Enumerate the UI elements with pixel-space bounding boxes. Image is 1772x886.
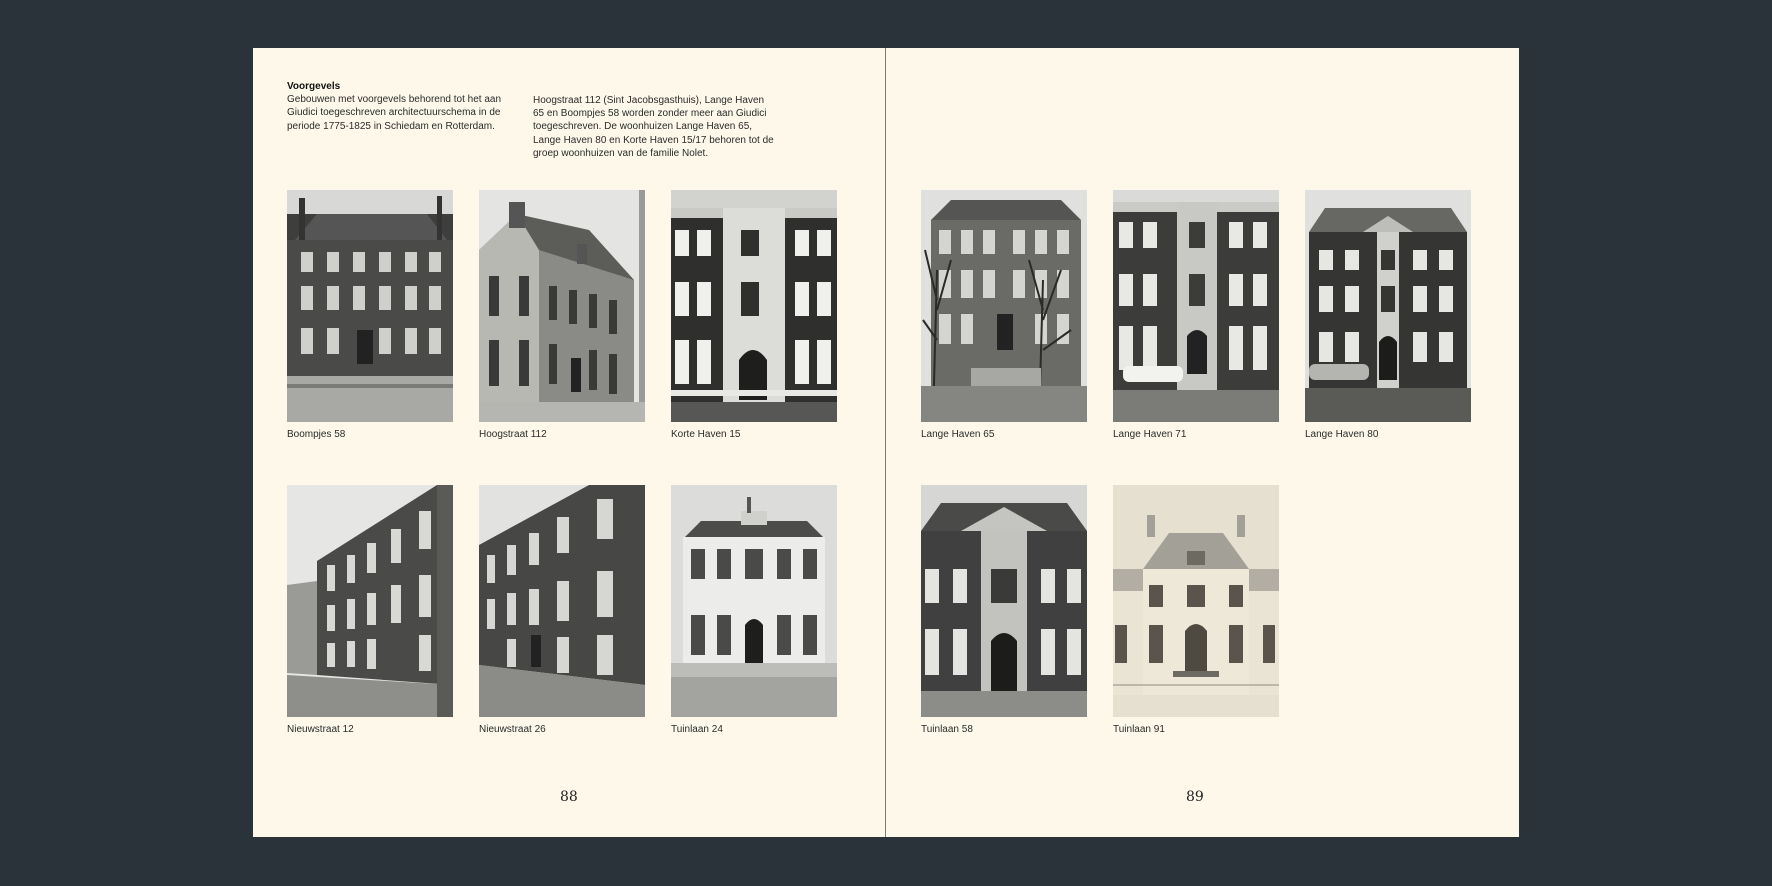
- building-photo: [671, 485, 837, 717]
- photo-caption: Boompjes 58: [287, 429, 346, 440]
- building-photo: [287, 190, 453, 422]
- page-number: 88: [560, 789, 578, 805]
- photo-caption: Tuinlaan 91: [1113, 724, 1165, 735]
- figure-hoogstraat-112: Hoogstraat 112: [479, 190, 645, 441]
- building-photo: [671, 190, 837, 422]
- building-photo: [287, 485, 453, 717]
- page-number: 89: [1186, 789, 1204, 805]
- photo-caption: Tuinlaan 24: [671, 724, 723, 735]
- photo-caption: Lange Haven 71: [1113, 429, 1187, 440]
- building-photo: [921, 190, 1087, 422]
- building-photo: [1113, 190, 1279, 422]
- figure-korte-haven-15: Korte Haven 15: [671, 190, 837, 441]
- photo-caption: Hoogstraat 112: [479, 429, 547, 440]
- figure-lange-haven-80: Lange Haven 80: [1305, 190, 1471, 441]
- photo-caption: Tuinlaan 58: [921, 724, 973, 735]
- figure-lange-haven-71: Lange Haven 71: [1113, 190, 1279, 441]
- photo-caption: Nieuwstraat 12: [287, 724, 354, 735]
- right-page: Lange Haven 65 Lange Haven 71 Lange Have…: [886, 48, 1519, 837]
- figure-boompjes-58: Boompjes 58: [287, 190, 453, 441]
- building-drawing: [1113, 485, 1279, 717]
- figure-nieuwstraat-26: Nieuwstraat 26: [479, 485, 645, 736]
- intro-text-secondary: Hoogstraat 112 (Sint Jacobsgasthuis), La…: [533, 95, 774, 159]
- photo-caption: Nieuwstraat 26: [479, 724, 546, 735]
- building-photo: [1305, 190, 1471, 422]
- building-photo: [921, 485, 1087, 717]
- figure-tuinlaan-24: Tuinlaan 24: [671, 485, 837, 736]
- intro-text: Gebouwen met voorgevels behorend tot het…: [287, 94, 502, 132]
- photo-caption: Lange Haven 80: [1305, 429, 1379, 440]
- intro-block: Voorgevels Gebouwen met voorgevels behor…: [287, 80, 515, 133]
- building-photo: [479, 190, 645, 422]
- left-page: Voorgevels Gebouwen met voorgevels behor…: [253, 48, 885, 837]
- figure-nieuwstraat-12: Nieuwstraat 12: [287, 485, 453, 736]
- photo-caption: Lange Haven 65: [921, 429, 995, 440]
- figure-tuinlaan-91: Tuinlaan 91: [1113, 485, 1279, 736]
- figure-tuinlaan-58: Tuinlaan 58: [921, 485, 1087, 736]
- figure-lange-haven-65: Lange Haven 65: [921, 190, 1087, 441]
- photo-caption: Korte Haven 15: [671, 429, 741, 440]
- building-photo: [479, 485, 645, 717]
- intro-title: Voorgevels: [287, 81, 341, 92]
- book-spread: Voorgevels Gebouwen met voorgevels behor…: [253, 48, 1519, 837]
